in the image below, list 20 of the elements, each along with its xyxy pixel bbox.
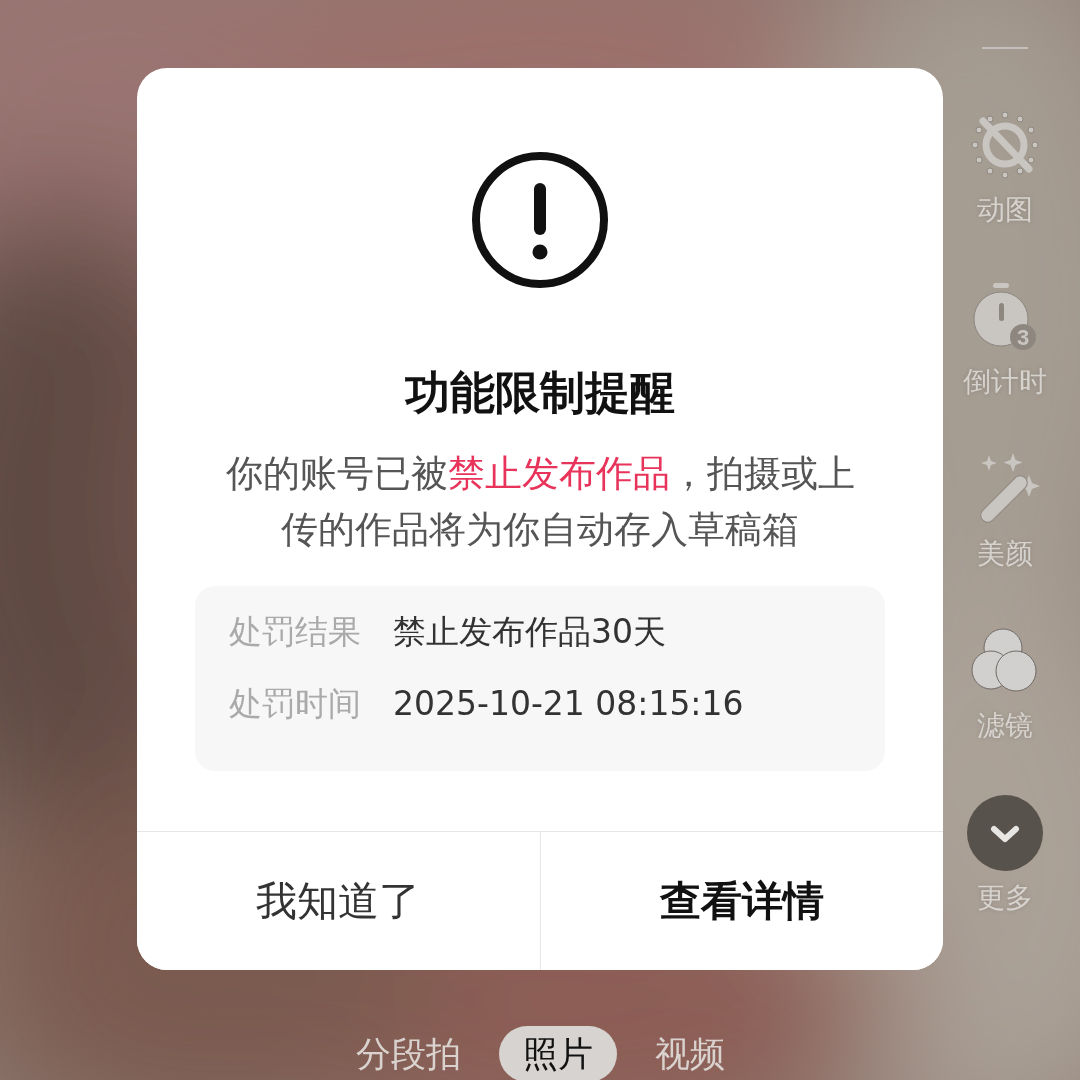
tool-label[interactable]: 更多 [977, 879, 1033, 917]
details-button[interactable]: 查看详情 [539, 832, 943, 970]
mode-tab[interactable]: 视频 [630, 1026, 749, 1080]
tool-label[interactable]: 滤镜 [977, 707, 1033, 745]
chevron-down-icon[interactable] [966, 794, 1044, 872]
detail-label: 处罚时间 [229, 684, 361, 724]
mode-tab[interactable]: 分段拍 [331, 1026, 485, 1080]
overlapping-circles-icon[interactable] [970, 628, 1040, 694]
badge-count: 3 [1016, 325, 1030, 350]
mode-tab[interactable]: 照片 [498, 1026, 617, 1080]
crossed-ring-icon[interactable] [969, 109, 1041, 181]
dialog-message: 你的账号已被禁止发布作品，拍摄或上传的作品将为你自动存入草稿箱 [224, 451, 856, 553]
tool-label[interactable]: 动图 [977, 191, 1033, 229]
warning-icon [470, 150, 610, 290]
tool-label[interactable]: 倒计时 [963, 363, 1047, 401]
dialog-title: 功能限制提醒 [405, 366, 675, 420]
detail-value: 禁止发布作品30天 [393, 612, 666, 652]
detail-label: 处罚结果 [229, 612, 361, 652]
tool-label[interactable]: 美颜 [977, 535, 1033, 573]
detail-value: 2025-10-21 08:15:16 [393, 684, 744, 724]
